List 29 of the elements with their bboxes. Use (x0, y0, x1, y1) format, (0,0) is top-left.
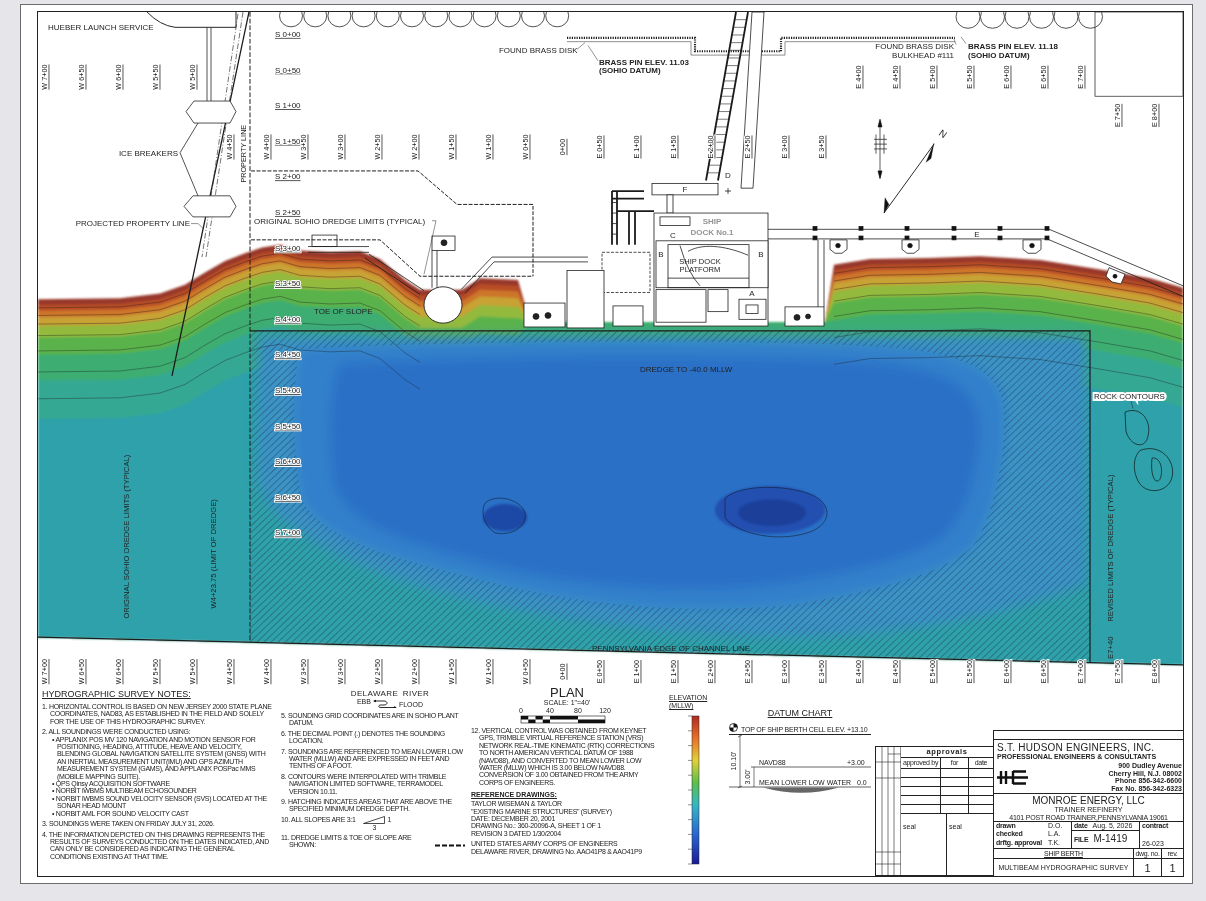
leader-line (953, 38, 957, 45)
north-label: N (936, 127, 950, 141)
leader-line (1130, 400, 1134, 409)
sheet-number: 1 (1144, 861, 1151, 874)
dashed-line-symbol (435, 843, 465, 847)
firm-name: S.T. HUDSON ENGINEERS, INC. (997, 742, 1156, 753)
slope-triangle-icon (363, 815, 386, 824)
leader-line (423, 220, 437, 275)
datum-chart-title: DATUM CHART (766, 708, 834, 719)
dimension-line (753, 766, 755, 788)
depth-contour-line (482, 497, 526, 534)
flow-arrow-icon (372, 699, 397, 708)
survey-marker-icon (873, 118, 888, 179)
map-label: REVISED LIMITS OF DREDGE (TYPICAL) (1105, 474, 1115, 622)
notes-title: HYDROGRAPHIC SURVEY NOTES: (42, 689, 192, 700)
north-arrow-icon (883, 143, 935, 214)
map-label: E7+40 (1105, 636, 1115, 659)
leader-line (960, 36, 967, 44)
plan-title: PLAN (550, 686, 584, 699)
mooring-cell-drawing (423, 286, 463, 324)
map-label: W4+23.75 (LIMIT OF DREDGE) (208, 499, 218, 609)
benchmark-icon (729, 723, 738, 732)
map-label: ORIGINAL SOHIO DREDGE LIMITS (TYPICAL) (121, 454, 131, 619)
company-logo-icon (997, 769, 1029, 785)
leader-line (190, 223, 204, 229)
client-name: MONROE ENERGY, LLC (1032, 795, 1145, 806)
river-name: DELAWARE RIVER (350, 689, 430, 698)
revision-number: 1 (1169, 861, 1176, 874)
file-number: M-1419 (1093, 832, 1128, 847)
